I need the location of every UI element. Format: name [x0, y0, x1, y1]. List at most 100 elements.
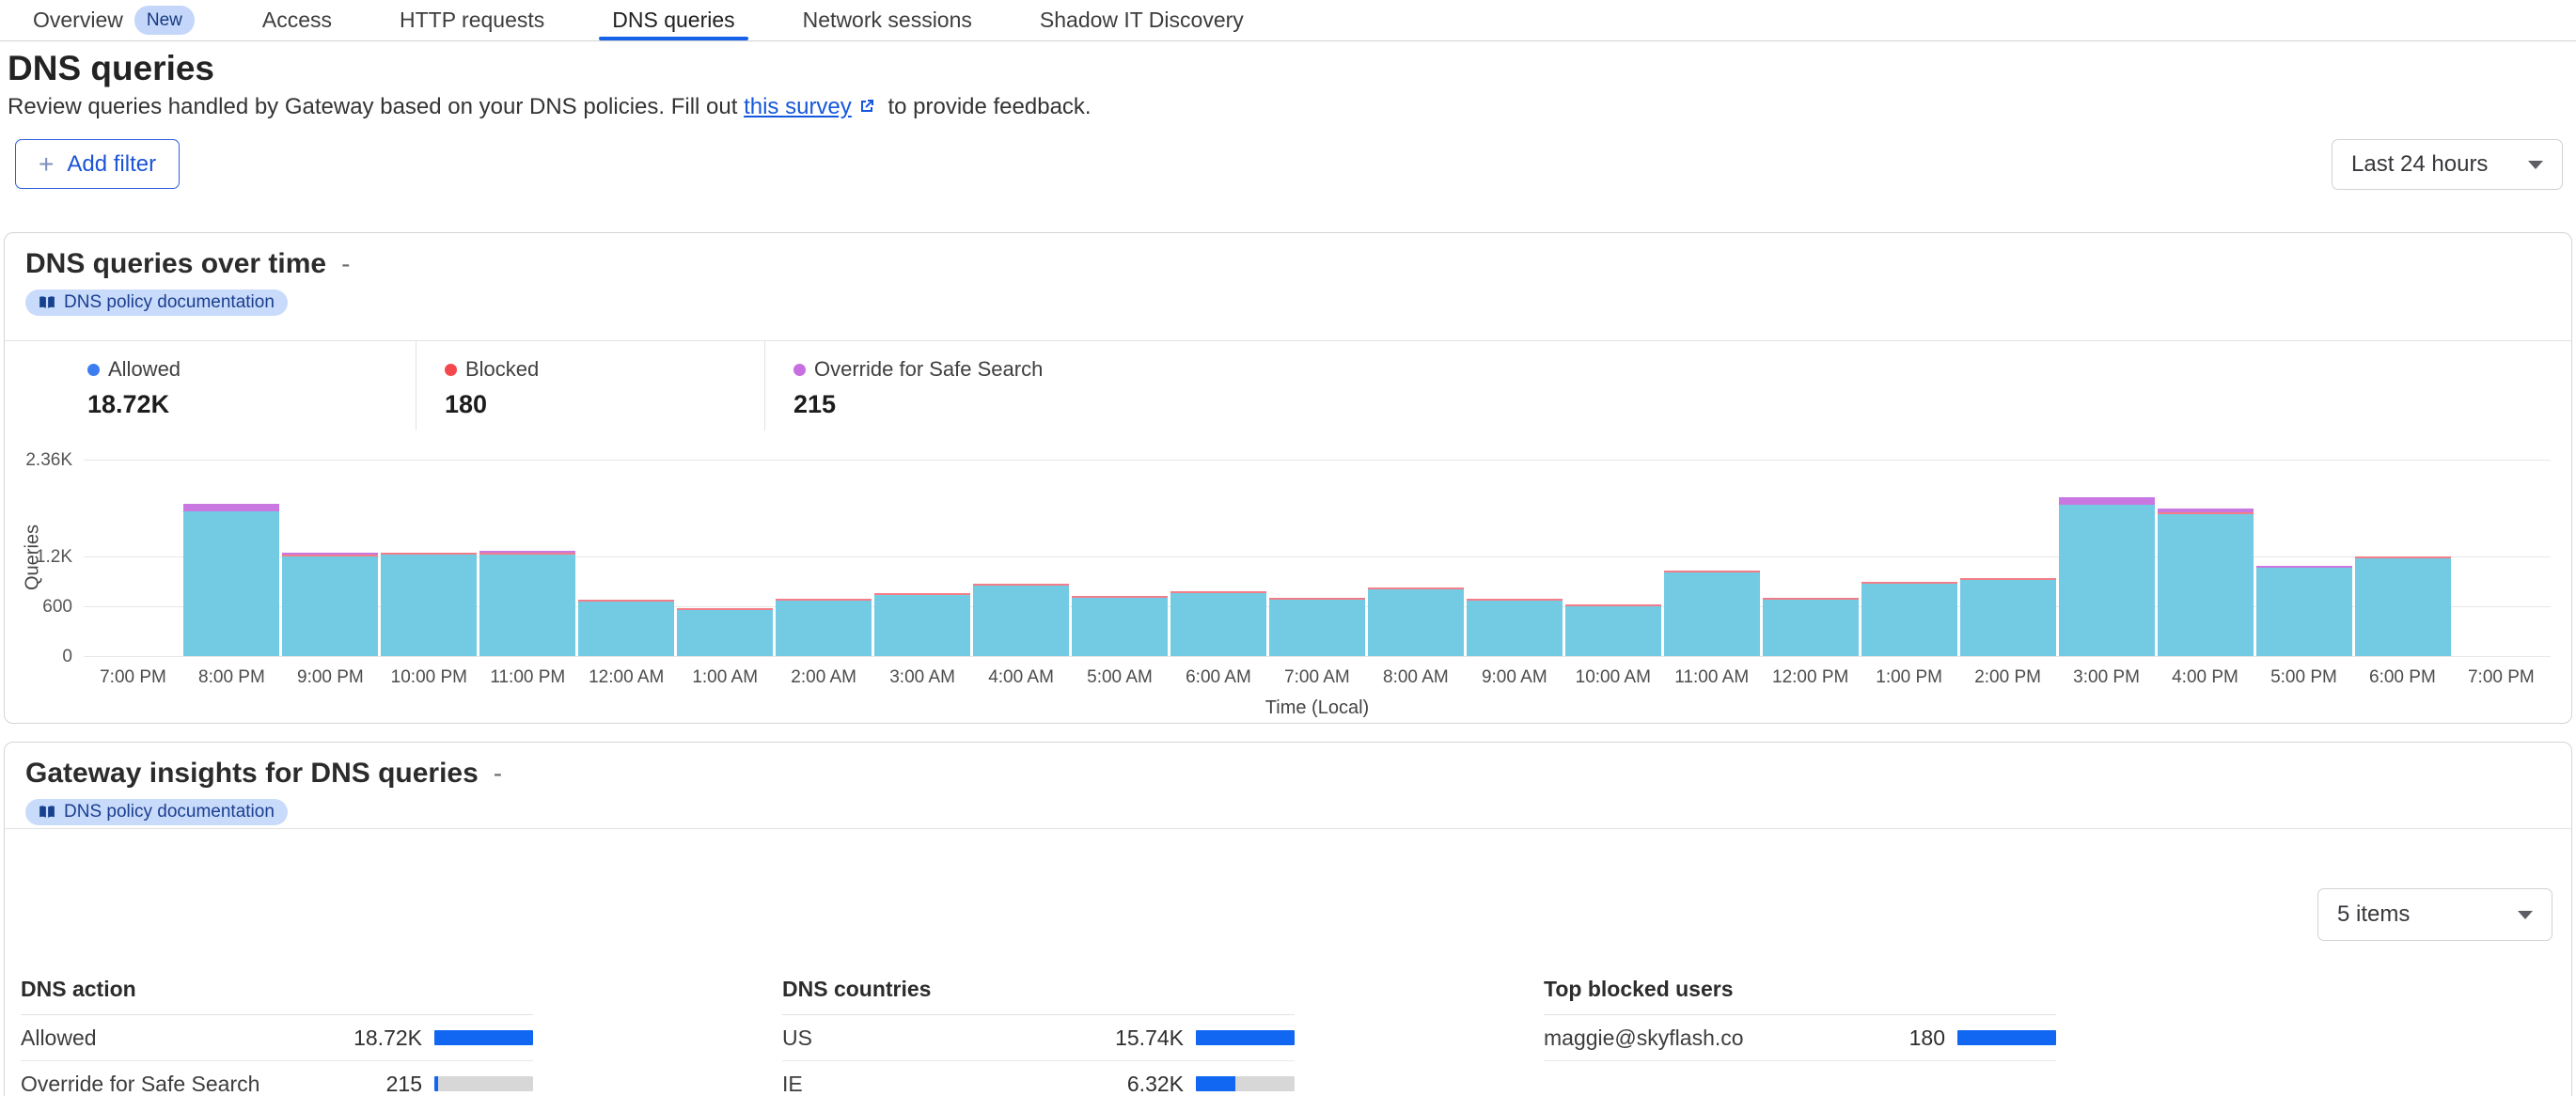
value-bar-fill	[1957, 1030, 2056, 1045]
new-badge: New	[134, 6, 195, 35]
bar-2-00-pm	[1960, 460, 2056, 656]
description-text: Review queries handled by Gateway based …	[8, 94, 744, 119]
bar-8-00-pm	[183, 460, 279, 656]
y-tick-label: 2.36K	[25, 450, 72, 471]
insight-row-us[interactable]: US15.74K	[782, 1015, 1295, 1061]
bar-segment-override-for-safe-search	[479, 551, 575, 553]
bar-2-00-am	[776, 460, 872, 656]
legend-dot-icon	[793, 364, 806, 376]
bar-segment-blocked	[1763, 598, 1859, 600]
collapse-toggle[interactable]: -	[341, 249, 350, 279]
description-text-suffix: to provide feedback.	[882, 94, 1092, 119]
x-tick-label: 11:00 AM	[1662, 667, 1761, 688]
x-tick-label: 6:00 AM	[1169, 667, 1267, 688]
x-tick-label: 9:00 AM	[1465, 667, 1563, 688]
bar-segment-allowed	[677, 610, 773, 656]
bar-segment-allowed	[2355, 558, 2451, 656]
bar-segment-allowed	[1170, 593, 1266, 656]
time-range-select[interactable]: Last 24 hours	[2332, 139, 2563, 190]
value-bar	[434, 1076, 533, 1091]
add-filter-button[interactable]: + Add filter	[15, 139, 180, 189]
insight-row-allowed[interactable]: Allowed18.72K	[21, 1015, 533, 1061]
book-icon	[39, 804, 55, 821]
bar-11-00-pm	[479, 460, 575, 656]
bar-4-00-am	[973, 460, 1069, 656]
chevron-down-icon	[2518, 911, 2533, 919]
bar-segment-allowed	[2059, 505, 2155, 656]
insight-column-dns-action: DNS actionAllowed18.72KOverride for Safe…	[21, 971, 533, 1096]
bar-1-00-am	[677, 460, 773, 656]
x-tick-label: 4:00 PM	[2156, 667, 2254, 688]
bar-segment-allowed	[183, 511, 279, 656]
tab-label: Network sessions	[803, 8, 972, 33]
insight-column-dns-countries: DNS countriesUS15.74KIE6.32K	[782, 971, 1295, 1096]
bar-segment-override-for-safe-search	[183, 504, 279, 511]
tab-label: DNS queries	[612, 8, 734, 33]
items-count-select[interactable]: 5 items	[2317, 888, 2552, 941]
x-tick-label: 10:00 PM	[380, 667, 479, 688]
x-tick-label: 12:00 AM	[577, 667, 676, 688]
bar-segment-allowed	[381, 555, 477, 656]
bar-9-00-pm	[282, 460, 378, 656]
tab-shadow-it-discovery[interactable]: Shadow IT Discovery	[1040, 0, 1244, 40]
bar-segment-allowed	[1467, 601, 1563, 656]
collapse-toggle[interactable]: -	[494, 759, 502, 789]
x-tick-label: 5:00 AM	[1071, 667, 1170, 688]
bar-segment-blocked	[1368, 587, 1464, 589]
bar-segment-blocked	[479, 553, 575, 555]
legend-item-allowed: Allowed18.72K	[5, 341, 416, 431]
x-axis-title: Time (Local)	[84, 697, 2551, 719]
tab-label: Overview	[33, 8, 123, 33]
bar-segment-allowed	[1269, 600, 1365, 656]
tab-http-requests[interactable]: HTTP requests	[400, 0, 544, 40]
bar-9-00-am	[1467, 460, 1563, 656]
x-tick-label: 3:00 PM	[2057, 667, 2156, 688]
insight-row-maggie-skyflash-co[interactable]: maggie@skyflash.co180	[1544, 1015, 2056, 1061]
bar-10-00-am	[1565, 460, 1661, 656]
tab-network-sessions[interactable]: Network sessions	[803, 0, 972, 40]
tab-label: Access	[262, 8, 332, 33]
bar-1-00-pm	[1861, 460, 1957, 656]
bar-segment-blocked	[1960, 578, 2056, 580]
insight-row-value: 18.72K	[338, 1026, 422, 1051]
x-tick-label: 1:00 AM	[676, 667, 775, 688]
chart-legend: Allowed18.72KBlocked180Override for Safe…	[5, 340, 2571, 431]
bar-segment-allowed	[1763, 600, 1859, 656]
bar-segment-blocked	[776, 599, 872, 601]
x-tick-label: 4:00 AM	[972, 667, 1071, 688]
value-bar-fill	[1196, 1030, 1295, 1045]
value-bar	[1957, 1030, 2056, 1045]
bar-segment-allowed	[1861, 584, 1957, 656]
y-tick-label: 600	[42, 597, 72, 618]
tab-overview[interactable]: Overview New	[33, 0, 195, 40]
dns-queries-page: Overview New Access HTTP requests DNS querie…	[0, 0, 2576, 1096]
value-bar	[1196, 1030, 1295, 1045]
insight-row-label: Override for Safe Search	[21, 1072, 338, 1096]
y-axis-ticks: 06001.2K2.36K	[5, 460, 72, 656]
dns-policy-documentation-badge[interactable]: DNS policy documentation	[25, 799, 288, 825]
y-tick-label: 0	[62, 647, 72, 667]
value-bar	[434, 1030, 533, 1045]
tab-dns-queries[interactable]: DNS queries	[612, 0, 734, 40]
x-tick-label: 3:00 AM	[873, 667, 972, 688]
x-tick-label: 2:00 AM	[775, 667, 873, 688]
external-link-icon	[857, 96, 876, 122]
bar-segment-blocked	[282, 555, 378, 556]
bar-segment-allowed	[776, 601, 872, 656]
bar-segment-allowed	[1960, 580, 2056, 656]
legend-dot-icon	[87, 364, 100, 376]
chart-card-title: DNS queries over time -	[25, 248, 350, 280]
badge-label: DNS policy documentation	[64, 292, 275, 313]
legend-item-override-for-safe-search: Override for Safe Search215	[764, 341, 2571, 431]
survey-link[interactable]: this survey	[744, 94, 852, 119]
bar-segment-override-for-safe-search	[2059, 497, 2155, 505]
insight-row-label: Allowed	[21, 1026, 338, 1051]
dns-policy-documentation-badge[interactable]: DNS policy documentation	[25, 290, 288, 316]
insight-row-ie[interactable]: IE6.32K	[782, 1061, 1295, 1096]
tab-access[interactable]: Access	[262, 0, 332, 40]
insight-row-override-for-safe-search[interactable]: Override for Safe Search215	[21, 1061, 533, 1096]
x-axis-ticks: 7:00 PM8:00 PM9:00 PM10:00 PM11:00 PM12:…	[84, 667, 2551, 688]
page-title: DNS queries	[8, 49, 214, 88]
gridline	[84, 656, 2551, 657]
legend-label: Allowed	[108, 357, 181, 382]
